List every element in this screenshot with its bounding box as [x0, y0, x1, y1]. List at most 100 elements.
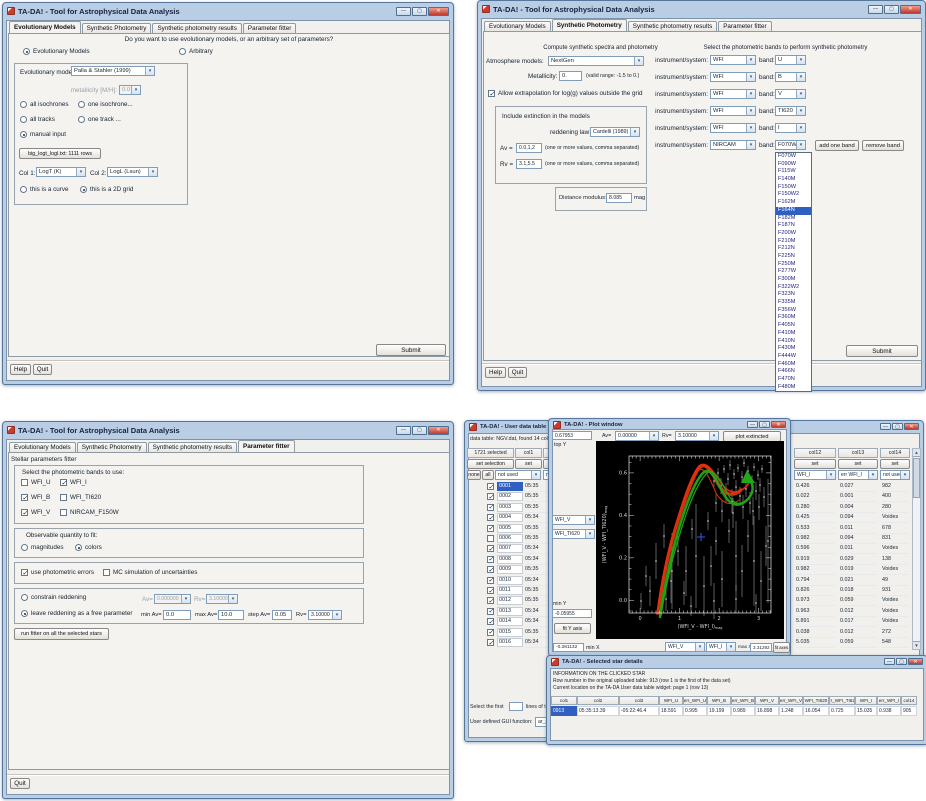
band-combo[interactable]: TI620: [775, 106, 806, 116]
close-button[interactable]: ✕: [428, 6, 449, 16]
row-checkbox[interactable]: [487, 503, 494, 511]
band-list-item[interactable]: F480M: [776, 384, 811, 392]
step-av-input[interactable]: 0.05: [272, 610, 292, 620]
band-list-item[interactable]: F322W2: [776, 284, 811, 292]
band-list-item[interactable]: F470N: [776, 376, 811, 384]
atmosphere-combo[interactable]: NextGen: [548, 56, 644, 66]
band-list-item[interactable]: F140M: [776, 176, 811, 184]
band-list-item[interactable]: F466N: [776, 368, 811, 376]
band-list-item[interactable]: F405N: [776, 322, 811, 330]
radio-arbitrary[interactable]: Arbitrary: [179, 48, 213, 55]
av-input[interactable]: 0.0,1,2: [516, 143, 542, 153]
band-list-item[interactable]: F360M: [776, 314, 811, 322]
band-list-item[interactable]: F444W: [776, 353, 811, 361]
row-checkbox[interactable]: [487, 524, 494, 532]
max-x-input[interactable]: 3.31292: [750, 643, 772, 652]
rv-combo[interactable]: 3.10000: [675, 431, 719, 441]
row-id-cell[interactable]: 0012: [497, 596, 523, 606]
model-combo[interactable]: Palla & Stahler (1999): [71, 66, 155, 76]
metallicity-input[interactable]: 0.: [559, 71, 582, 81]
row-checkbox[interactable]: [487, 545, 494, 553]
maximize-button[interactable]: ▢: [412, 6, 427, 16]
column-use-combo[interactable]: not used: [880, 470, 910, 480]
radio-all-tracks[interactable]: all tracks: [20, 116, 55, 123]
mc-simulation-checkbox[interactable]: MC simulation of uncertainties: [103, 569, 197, 576]
close-button[interactable]: ✕: [904, 423, 919, 430]
submit-button[interactable]: Submit: [846, 345, 918, 357]
table-scrollbar[interactable]: ▲ ▼: [912, 448, 921, 650]
instrument-combo[interactable]: WFI: [710, 106, 756, 116]
rv-input[interactable]: 3.1,5.5: [516, 159, 542, 169]
band-list-item[interactable]: F250M: [776, 261, 811, 269]
maximize-button[interactable]: ▢: [884, 4, 899, 14]
band-list-item[interactable]: F460M: [776, 361, 811, 369]
row-checkbox[interactable]: [487, 555, 494, 563]
band-list-item[interactable]: F150W: [776, 184, 811, 192]
instrument-combo[interactable]: WFI: [710, 55, 756, 65]
close-button[interactable]: ✕: [771, 421, 786, 428]
tab-synthetic-photometry[interactable]: Synthetic Photometry: [76, 442, 147, 452]
col1-use-combo[interactable]: not used: [495, 470, 541, 480]
row-checkbox[interactable]: [487, 566, 494, 574]
radio-curve[interactable]: this is a curve: [20, 186, 69, 193]
scroll-down-arrow[interactable]: ▼: [913, 641, 920, 649]
band-list-item[interactable]: F187N: [776, 222, 811, 230]
band-list-item[interactable]: F335M: [776, 299, 811, 307]
row-id-cell[interactable]: 0013: [497, 606, 523, 616]
radio-manual-input[interactable]: manual input: [20, 131, 66, 138]
y1-band-combo[interactable]: WFI_V: [552, 515, 595, 525]
maximize-button[interactable]: ▢: [759, 421, 770, 428]
help-button[interactable]: Help: [10, 364, 31, 375]
band-checkbox-nircam_f150w[interactable]: NIRCAM_F150W: [60, 509, 119, 516]
extrapolation-checkbox[interactable]: Allow extrapolation for log(g) values ou…: [488, 90, 643, 98]
band-list-item[interactable]: F115W: [776, 168, 811, 176]
minimize-button[interactable]: —: [880, 423, 891, 430]
close-button[interactable]: ✕: [908, 658, 923, 665]
band-list-item[interactable]: F150W2: [776, 191, 811, 199]
row-id-cell[interactable]: 0014: [497, 617, 523, 627]
close-button[interactable]: ✕: [428, 425, 449, 435]
band-list-item[interactable]: F410M: [776, 330, 811, 338]
minimize-button[interactable]: —: [396, 425, 411, 435]
min-av-input[interactable]: 0.0: [163, 610, 191, 620]
minimize-button[interactable]: —: [868, 4, 883, 14]
row-checkbox[interactable]: [487, 576, 494, 584]
radio-free-reddening[interactable]: leave reddening as a free parameter: [21, 610, 133, 617]
band-list-item[interactable]: F200W: [776, 230, 811, 238]
band-list-item[interactable]: F164N: [776, 206, 811, 215]
band-checkbox-wfi_u[interactable]: WFI_U: [21, 479, 51, 486]
row-checkbox[interactable]: [487, 587, 494, 595]
band-combo[interactable]: I: [775, 123, 806, 133]
set-column-button[interactable]: set: [838, 459, 878, 469]
band-list-item[interactable]: F182M: [776, 215, 811, 223]
minimize-button[interactable]: —: [884, 658, 895, 665]
row-checkbox[interactable]: [487, 639, 494, 647]
row-checkbox[interactable]: [487, 483, 494, 491]
x1-band-combo[interactable]: WFI_V: [665, 642, 705, 652]
instrument-combo[interactable]: NIRCAM: [710, 140, 756, 150]
use-errors-checkbox[interactable]: use photometric errors: [21, 569, 94, 577]
tab-synthetic-photometry[interactable]: Synthetic Photometry: [551, 19, 627, 31]
radio-colors[interactable]: colors: [75, 544, 102, 551]
tab-evolutionary-models[interactable]: Evolutionary Models: [484, 21, 551, 31]
band-list-item[interactable]: F300M: [776, 276, 811, 284]
row-id-cell[interactable]: 0015: [497, 627, 523, 637]
instrument-combo[interactable]: WFI: [710, 72, 756, 82]
radio-all-isochrones[interactable]: all isochrones: [20, 101, 69, 108]
radio-one-track[interactable]: one track ...: [78, 116, 121, 123]
set-selection-button[interactable]: set selection: [467, 459, 514, 469]
radio-magnitudes[interactable]: magnitudes: [21, 544, 64, 551]
row-checkbox[interactable]: [487, 493, 494, 501]
band-list-item[interactable]: F356W: [776, 307, 811, 315]
row-checkbox[interactable]: [487, 607, 494, 615]
y2-band-combo[interactable]: WFI_TI620: [552, 529, 595, 539]
tab-synthetic-photometry-results[interactable]: Synthetic photometry results: [627, 21, 718, 31]
rv-combo[interactable]: 3.10000: [308, 610, 342, 620]
band-list-item[interactable]: F090W: [776, 161, 811, 169]
row-checkbox[interactable]: [487, 618, 494, 626]
band-checkbox-wfi_ti620[interactable]: WFI_TI620: [60, 494, 101, 501]
band-list-item[interactable]: F070W: [776, 153, 811, 161]
col1-combo[interactable]: LogT (K): [36, 167, 86, 177]
plot-canvas[interactable]: 0 1 2 3 0.6 0.4 0.2 0.0 (WFI_V - WFI_I)mag (WFI_V…: [596, 441, 784, 639]
col2-combo[interactable]: LogL (Lsun): [107, 167, 158, 177]
